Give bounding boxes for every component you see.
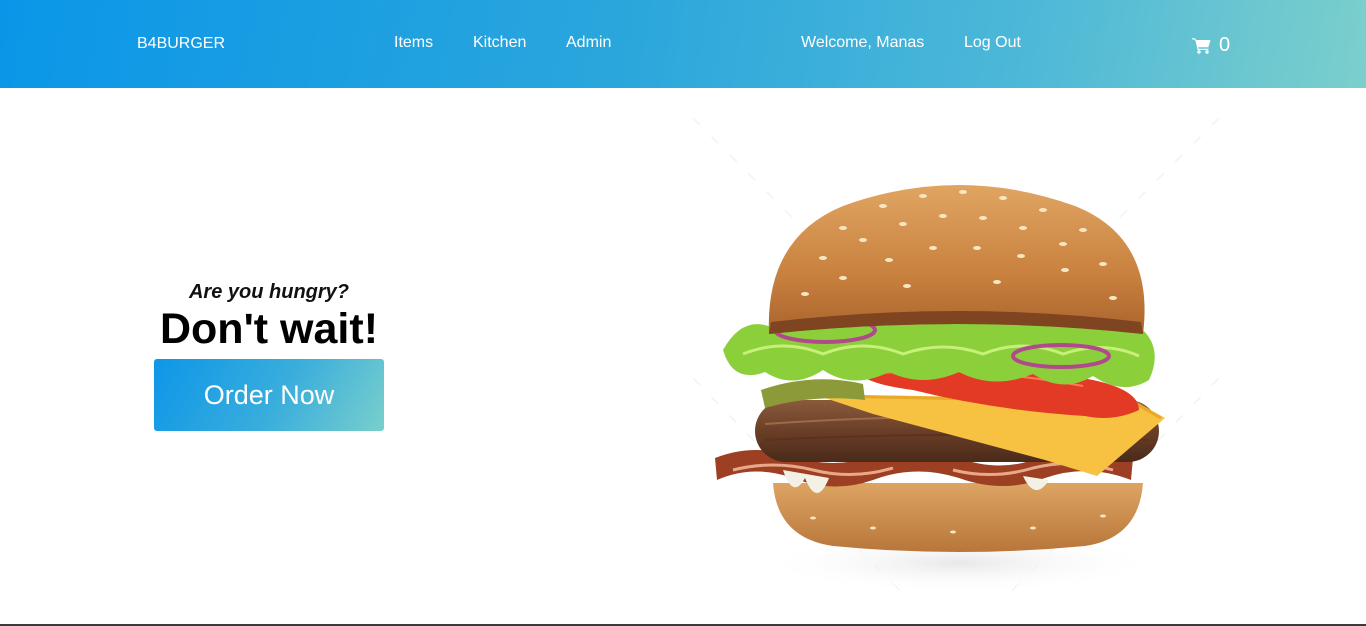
nav-link-items[interactable]: Items <box>394 34 433 52</box>
cart-count-badge: 0 <box>1219 33 1231 56</box>
shopping-cart-icon <box>1192 37 1211 54</box>
hero-tagline: Are you hungry? <box>188 281 349 303</box>
hero-text-block: Are you hungry? Don't wait! <box>154 280 384 354</box>
order-now-button[interactable]: Order Now <box>154 359 384 431</box>
burger-photo <box>693 118 1219 594</box>
nav-link-kitchen[interactable]: Kitchen <box>473 34 526 52</box>
brand-logo-link[interactable]: B4BURGER <box>137 35 225 53</box>
cart-button[interactable]: 0 <box>1192 34 1230 56</box>
top-navbar: B4BURGER Items Kitchen Admin Welcome, Ma… <box>0 0 1366 88</box>
hero-headline: Don't wait! <box>159 305 379 353</box>
nav-link-admin[interactable]: Admin <box>566 34 611 52</box>
welcome-user-link[interactable]: Welcome, Manas <box>801 34 924 52</box>
logout-link[interactable]: Log Out <box>964 34 1021 52</box>
